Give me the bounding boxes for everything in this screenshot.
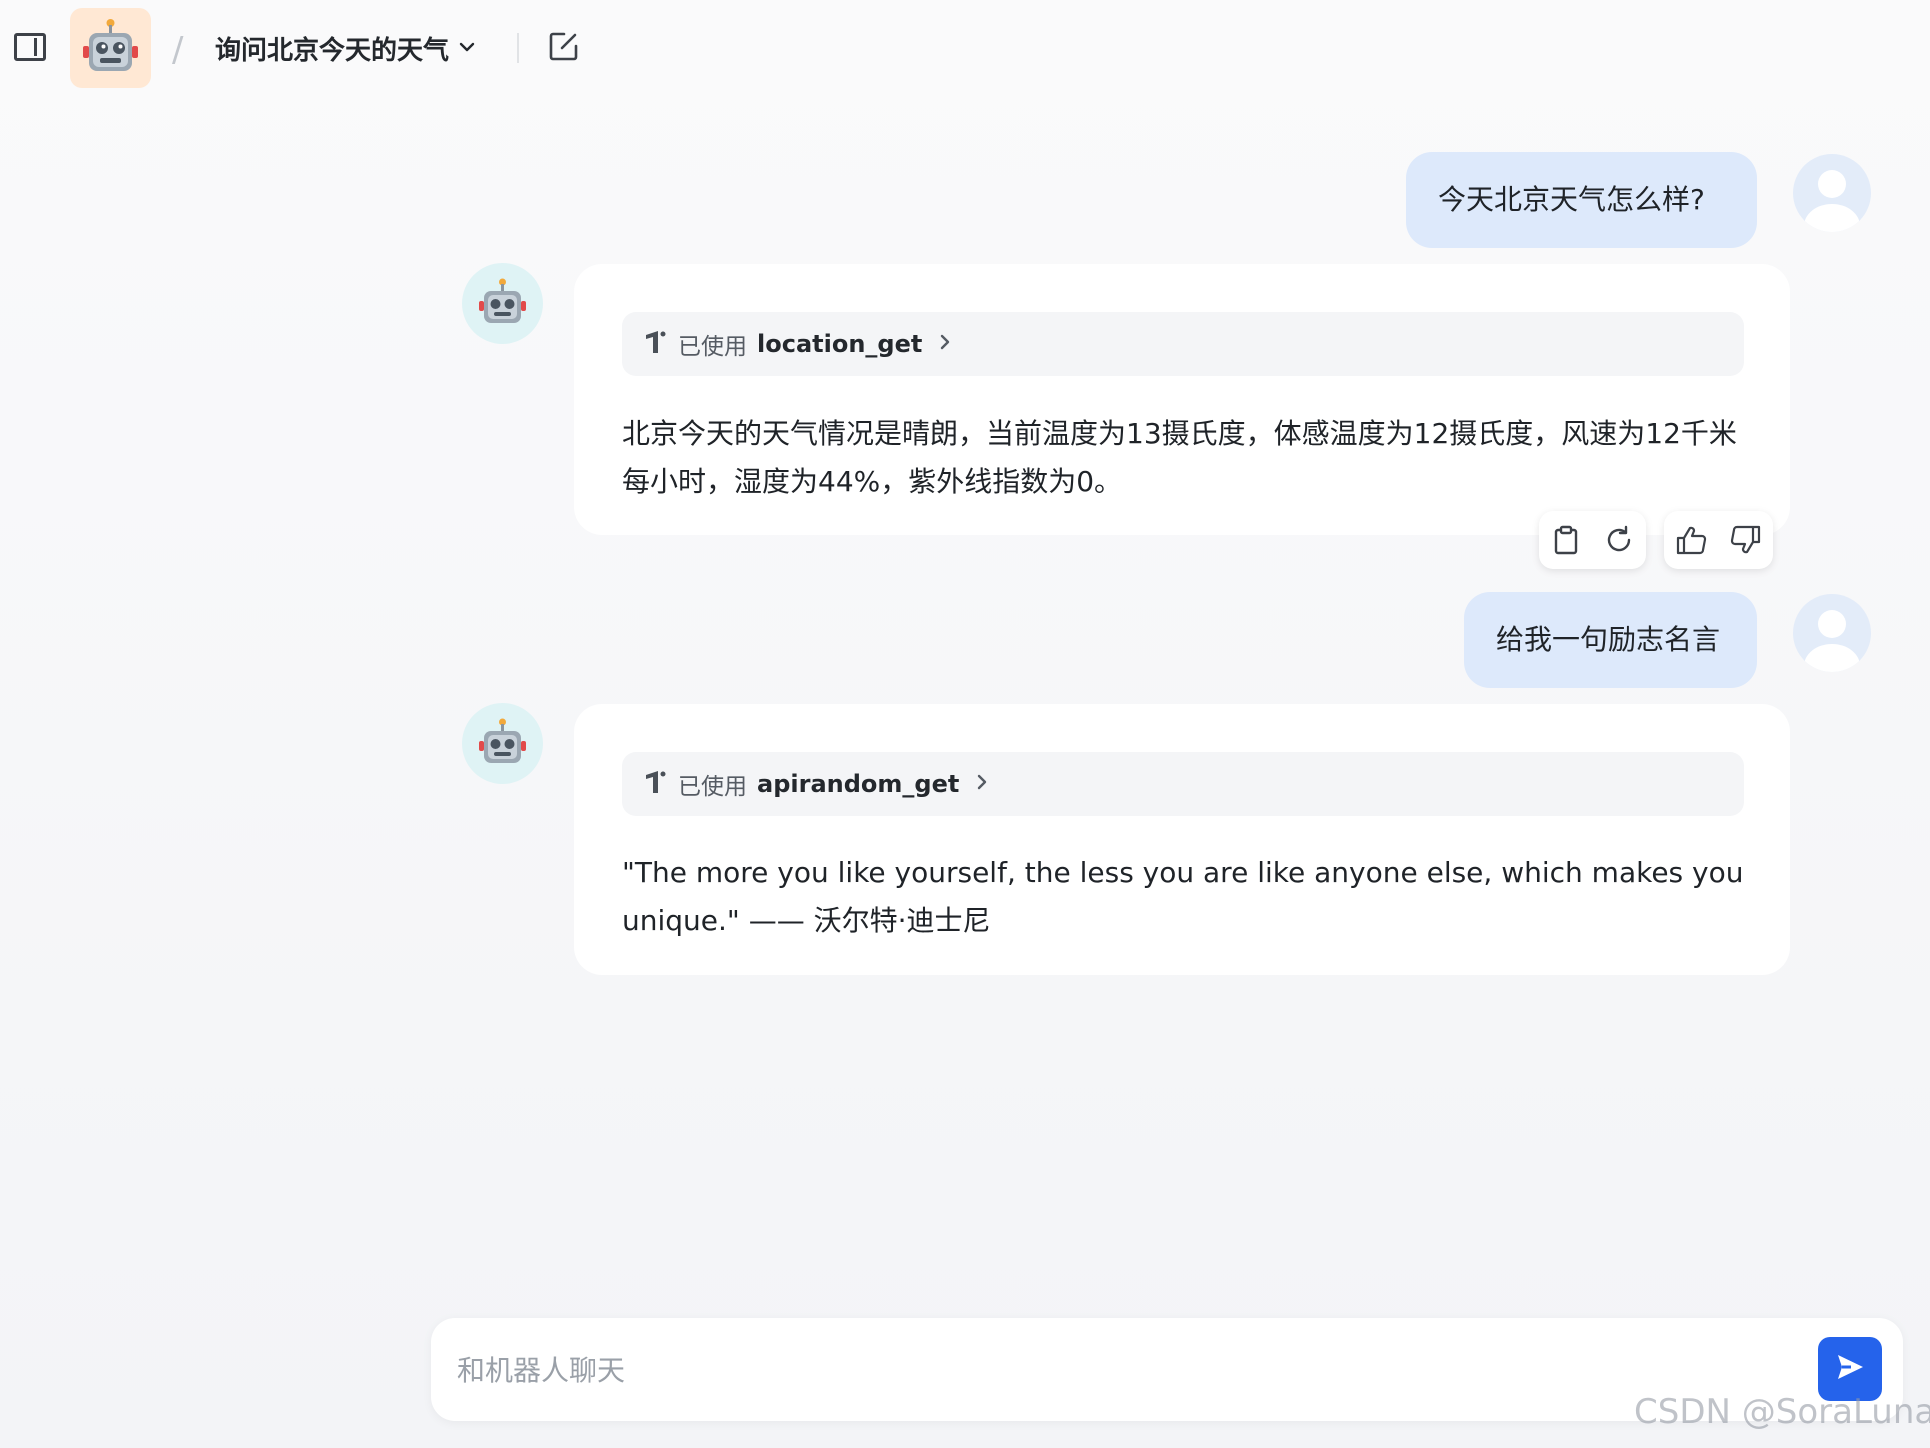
tool-used-label: 已使用 (678, 334, 747, 360)
tool-name: apirandom_get (757, 770, 960, 798)
bot-message-card: 已使用 apirandom_get "The more you like you… (574, 704, 1790, 975)
sidebar-toggle-icon[interactable] (14, 33, 46, 61)
conversation-title-dropdown[interactable]: 询问北京今天的天气 (215, 30, 477, 67)
tool-icon (644, 769, 666, 799)
bot-message-text: 北京今天的天气情况是晴朗，当前温度为13摄氏度，体感温度为12摄氏度，风速为12… (622, 417, 1737, 498)
thumbs-up-icon[interactable] (1671, 520, 1711, 560)
user-message-text: 今天北京天气怎么样? (1438, 183, 1705, 216)
breadcrumb-separator: / (172, 30, 184, 70)
tool-used-label: 已使用 (678, 774, 747, 800)
thumbs-down-icon[interactable] (1726, 520, 1766, 560)
user-avatar[interactable] (1793, 594, 1871, 672)
chevron-right-icon (938, 332, 952, 356)
top-bar: / 询问北京今天的天气 (0, 0, 1930, 96)
regenerate-icon[interactable] (1599, 520, 1639, 560)
bot-message-card: 已使用 location_get 北京今天的天气情况是晴朗，当前温度为13摄氏度… (574, 264, 1790, 535)
new-chat-edit-icon[interactable] (548, 30, 580, 66)
header-divider (517, 33, 519, 63)
conversation-title: 询问北京今天的天气 (215, 36, 450, 66)
user-avatar[interactable] (1793, 154, 1871, 232)
user-message-bubble: 给我一句励志名言 (1464, 592, 1757, 688)
app-robot-icon[interactable] (70, 8, 151, 88)
bot-avatar (462, 703, 543, 784)
tool-name: location_get (757, 330, 923, 358)
tool-icon (644, 329, 666, 359)
chevron-right-icon (975, 772, 989, 796)
bot-message-text: "The more you like yourself, the less yo… (622, 856, 1744, 937)
chevron-down-icon (457, 37, 477, 61)
send-icon (1835, 1353, 1865, 1385)
copy-regenerate-group (1539, 511, 1646, 569)
user-message-text: 给我一句励志名言 (1496, 623, 1721, 656)
bot-avatar (462, 263, 543, 344)
chat-input[interactable] (457, 1342, 1757, 1398)
feedback-group (1664, 511, 1773, 569)
tool-usage-pill[interactable]: 已使用 apirandom_get (622, 752, 1744, 816)
tool-usage-pill[interactable]: 已使用 location_get (622, 312, 1744, 376)
user-message-bubble: 今天北京天气怎么样? (1406, 152, 1757, 248)
copy-icon[interactable] (1546, 520, 1586, 560)
watermark: CSDN @SoraLuna (1634, 1392, 1930, 1432)
